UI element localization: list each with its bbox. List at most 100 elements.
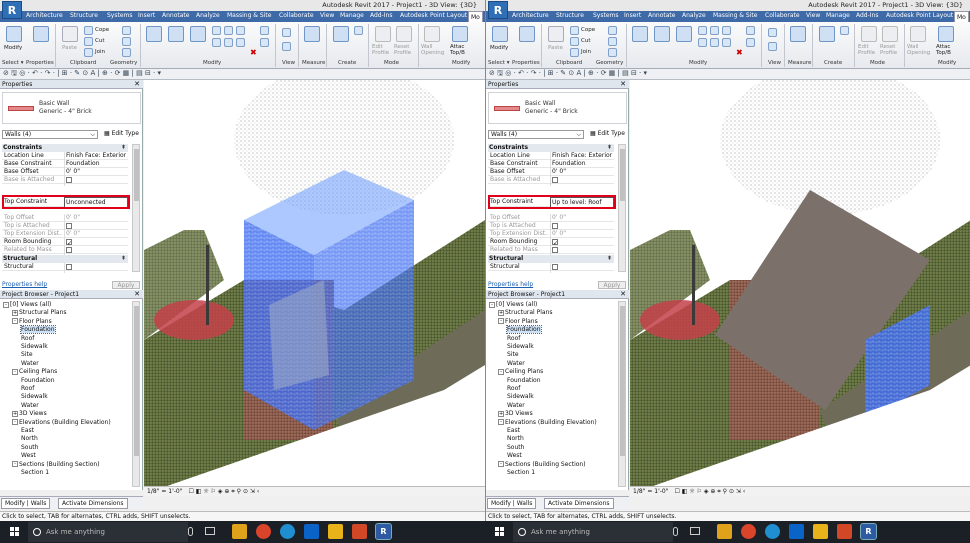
delete-icon[interactable]: ✖	[250, 48, 257, 57]
tree-item[interactable]: - Ceiling Plans	[12, 368, 57, 376]
instance-filter-dropdown[interactable]: Walls (4) ⌵	[488, 130, 584, 139]
override-graphics-icon[interactable]	[282, 42, 291, 51]
edit-type-button[interactable]: ▦ Edit Type	[590, 130, 625, 137]
create-group-icon[interactable]	[840, 26, 849, 35]
tree-item[interactable]: Sidewalk	[21, 343, 48, 351]
tab-collaborate[interactable]: Collaborate	[279, 12, 314, 19]
close-icon[interactable]: ✕	[620, 290, 626, 299]
tab-architecture[interactable]: Architecture	[512, 12, 549, 19]
collapse-icon[interactable]: -	[498, 461, 504, 468]
move-icon[interactable]	[698, 26, 707, 35]
task-view-icon[interactable]	[690, 527, 700, 535]
mirror-icon[interactable]	[190, 26, 206, 42]
collapse-icon[interactable]: -	[12, 318, 18, 325]
tab-analyze[interactable]: Analyze	[196, 12, 220, 19]
tree-item[interactable]: Water	[507, 402, 525, 410]
tab-structure[interactable]: Structure	[556, 12, 584, 19]
3d-viewport[interactable]	[144, 80, 485, 494]
structural-checkbox[interactable]	[66, 264, 72, 270]
type-properties-icon[interactable]	[33, 26, 49, 42]
file-explorer-icon[interactable]	[717, 524, 732, 539]
quick-access-toolbar[interactable]: ⊘ 🖫 ◎ · ↶ · ↷ · | ⊞ · ✎ ⊙ A | ⊕ · ⟳ ▦ | …	[0, 69, 485, 80]
attach-top-base-icon[interactable]	[938, 26, 954, 42]
override-graphics-icon[interactable]	[768, 42, 777, 51]
tree-item[interactable]: - Floor Plans	[12, 318, 52, 326]
scale-icon[interactable]	[746, 38, 755, 47]
tree-item[interactable]: - Elevations (Building Elevation)	[12, 419, 111, 427]
array-icon[interactable]	[722, 38, 731, 47]
prop-row[interactable]: Top Offset 0' 0"	[488, 214, 614, 222]
revit-taskbar-icon[interactable]: R	[860, 523, 877, 540]
view-scale[interactable]: 1/8" = 1'-0"	[633, 488, 668, 495]
windows-start-icon[interactable]	[495, 527, 505, 537]
split-icon[interactable]	[236, 26, 245, 35]
close-icon[interactable]: ✕	[620, 80, 626, 89]
browser-scrollbar[interactable]	[618, 301, 626, 487]
powerpoint-icon[interactable]	[837, 524, 852, 539]
tree-item[interactable]: + Structural Plans	[498, 309, 553, 317]
cortana-search-box[interactable]: Ask me anything	[28, 522, 188, 542]
tab-insert[interactable]: Insert	[624, 12, 641, 19]
expand-icon[interactable]: +	[12, 410, 18, 417]
trim-icon[interactable]	[224, 38, 233, 47]
prop-row[interactable]: Structural	[2, 263, 128, 273]
prop-value[interactable]: 0' 0"	[550, 214, 614, 222]
revit-app-button[interactable]: R	[2, 1, 22, 19]
instance-filter-dropdown[interactable]: Walls (4) ⌵	[2, 130, 98, 139]
tree-item[interactable]: North	[507, 435, 524, 443]
collapse-icon[interactable]: -	[12, 368, 18, 375]
trim-icon[interactable]	[710, 38, 719, 47]
tab-modify-walls-props[interactable]: Modify | Walls	[1, 498, 51, 509]
align-icon[interactable]	[146, 26, 162, 42]
revit-taskbar-icon[interactable]: R	[375, 523, 392, 540]
windows-start-icon[interactable]	[10, 527, 20, 537]
scrollbar-thumb[interactable]	[620, 149, 625, 201]
prop-row[interactable]: Top Offset 0' 0"	[2, 214, 128, 222]
tab-architecture[interactable]: Architecture	[26, 12, 63, 19]
reset-profile-icon[interactable]	[882, 26, 898, 42]
tree-item[interactable]: Foundation	[507, 377, 541, 385]
tree-item[interactable]: Water	[507, 360, 525, 368]
expand-icon[interactable]: +	[498, 410, 504, 417]
expand-icon[interactable]: +	[498, 309, 504, 316]
tree-item[interactable]: Sidewalk	[507, 343, 534, 351]
prop-row[interactable]: Structural	[488, 263, 614, 273]
expand-icon[interactable]: +	[12, 309, 18, 316]
paste-icon[interactable]	[62, 26, 78, 42]
category-constraints[interactable]: Constraints ⇞	[2, 144, 128, 152]
group-select[interactable]: Select ▾	[488, 60, 509, 66]
create-group-icon[interactable]	[354, 26, 363, 35]
scrollbar-thumb[interactable]	[620, 306, 625, 456]
cope-icon[interactable]	[570, 26, 579, 35]
tree-item[interactable]: Roof	[507, 335, 520, 343]
outlook-icon[interactable]	[789, 524, 804, 539]
tab-view[interactable]: View	[806, 12, 820, 19]
modify-arrow-icon[interactable]	[492, 26, 508, 42]
prop-row[interactable]: Base Offset 0' 0"	[488, 168, 614, 176]
prop-value[interactable]: 0' 0"	[550, 168, 614, 176]
collapse-icon[interactable]: -	[498, 368, 504, 375]
scale-icon[interactable]	[260, 38, 269, 47]
tab-manage[interactable]: Manage	[340, 12, 364, 19]
hide-element-icon[interactable]	[282, 28, 291, 37]
wall-joins-icon[interactable]	[122, 37, 131, 46]
tree-item[interactable]: +3D Views	[498, 410, 533, 418]
tab-add-ins[interactable]: Add-Ins	[370, 12, 392, 19]
view-scale[interactable]: 1/8" = 1'-0"	[147, 488, 182, 495]
tree-item[interactable]: Sidewalk	[507, 393, 534, 401]
tab-massing-site[interactable]: Massing & Site	[227, 12, 271, 19]
quick-access-toolbar[interactable]: ⊘ 🖫 ◎ · ↶ · ↷ · | ⊞ · ✎ ⊙ A | ⊕ · ⟳ ▦ | …	[486, 69, 970, 80]
type-selector-preview[interactable]: Basic Wall Generic - 4" Brick	[488, 92, 627, 124]
tab-analyze[interactable]: Analyze	[682, 12, 706, 19]
tab-systems[interactable]: Systems	[593, 12, 619, 19]
tab-structure[interactable]: Structure	[70, 12, 98, 19]
prop-row[interactable]: Base Offset 0' 0"	[2, 168, 128, 176]
close-icon[interactable]: ✕	[134, 290, 140, 299]
tree-item[interactable]: +3D Views	[12, 410, 47, 418]
tree-item[interactable]: West	[21, 452, 36, 460]
rotate-icon[interactable]	[212, 38, 221, 47]
chrome-icon[interactable]	[256, 524, 271, 539]
edit-profile-icon[interactable]	[375, 26, 391, 42]
properties-help-link[interactable]: Properties help	[488, 281, 533, 288]
tree-item[interactable]: - Elevations (Building Elevation)	[498, 419, 597, 427]
